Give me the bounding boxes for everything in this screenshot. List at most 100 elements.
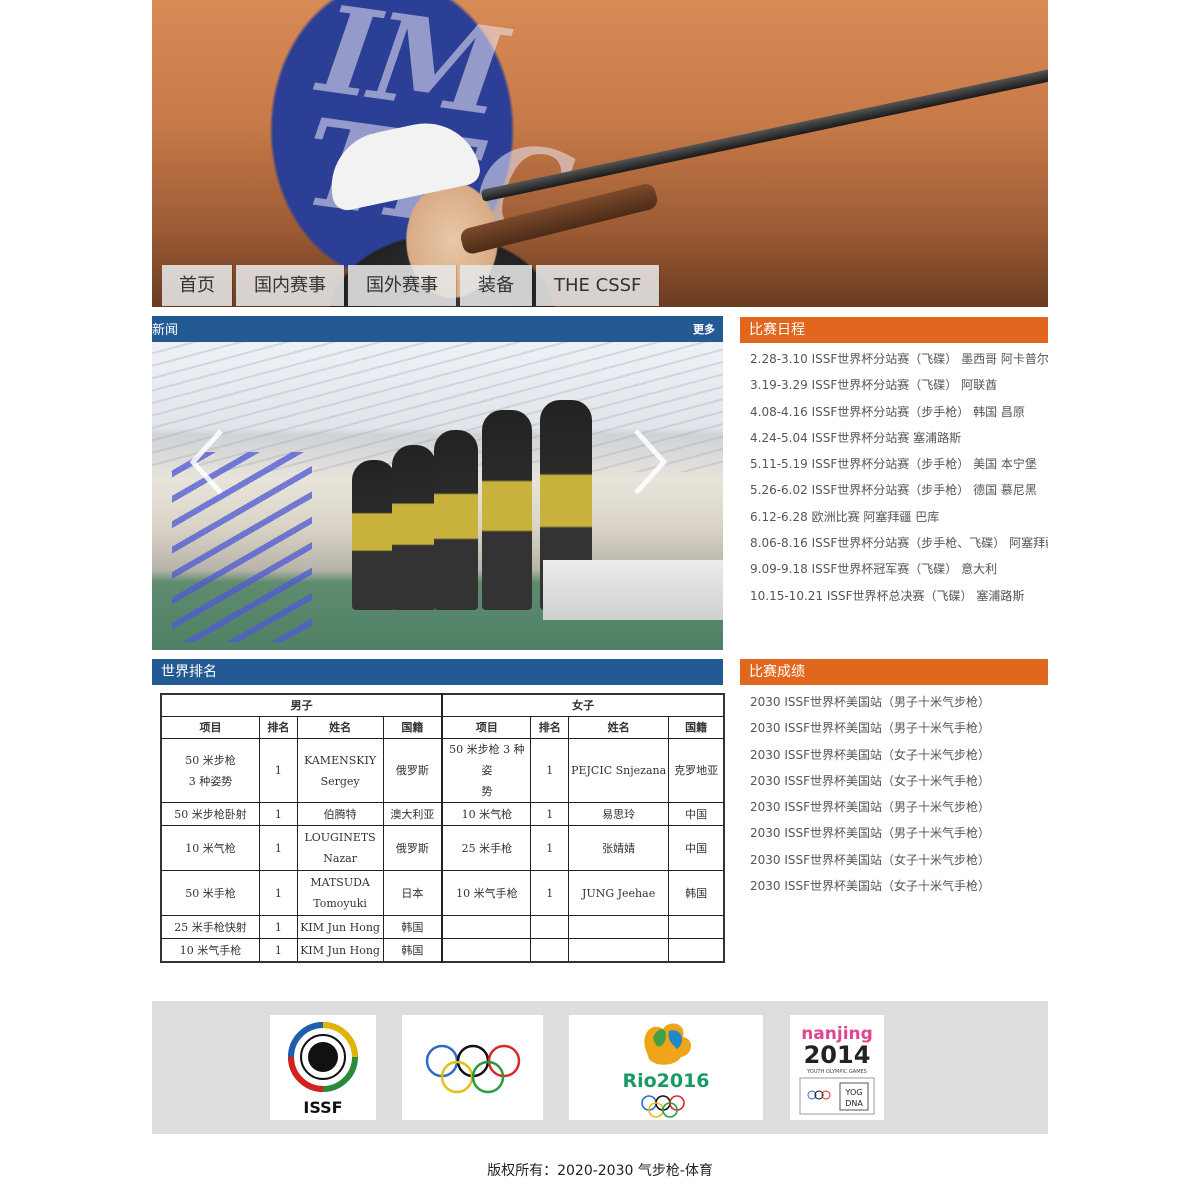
- cell-rank: 1: [259, 825, 298, 871]
- women-group-header: 女子: [441, 693, 725, 717]
- cell-event: 50 米步枪 3 种姿势: [160, 738, 261, 803]
- cell-name: 易思玲: [568, 802, 670, 826]
- slide-next-arrow[interactable]: [630, 427, 670, 497]
- news-header: 新闻 更多: [152, 316, 723, 342]
- slide-shooter: [392, 445, 436, 610]
- result-item[interactable]: 2030 ISSF世界杯美国站（男子十米气步枪）: [740, 689, 1048, 715]
- cell-nationality: [668, 938, 725, 963]
- nav-item-international[interactable]: 国外赛事: [348, 265, 456, 306]
- results-header: 比赛成绩: [740, 659, 1048, 685]
- cell-text: LOUGINETS Nazar: [304, 831, 376, 865]
- cell-event: 50 米步枪卧射: [160, 802, 261, 826]
- chevron-right-icon: [634, 429, 668, 495]
- schedule-list: 2.28-3.10 ISSF世界杯分站赛（飞碟） 墨西哥 阿卡普尔 3.19-3…: [740, 346, 1048, 609]
- cell-event: 25 米手枪: [441, 825, 532, 871]
- schedule-item[interactable]: 9.09-9.18 ISSF世界杯冠军赛（飞碟） 意大利: [740, 556, 1048, 582]
- nanjing2014-logo[interactable]: nanjing 2014 YOUTH OLYMPIC GAMES YOG DNA: [790, 1015, 884, 1120]
- col-header-event: 项目: [441, 716, 532, 739]
- table-row: 50 米步枪卧射 1 伯腾特 澳大利亚 10 米气枪 1 易思玲 中国: [160, 802, 725, 826]
- result-item[interactable]: 2030 ISSF世界杯美国站（男子十米气手枪）: [740, 820, 1048, 846]
- result-item[interactable]: 2030 ISSF世界杯美国站（女子十米气步枪）: [740, 847, 1048, 873]
- results-list: 2030 ISSF世界杯美国站（男子十米气步枪） 2030 ISSF世界杯美国站…: [740, 689, 1048, 899]
- col-header-name: 姓名: [296, 716, 384, 739]
- schedule-header: 比赛日程: [740, 317, 1048, 343]
- cell-nationality: 俄罗斯: [382, 825, 443, 871]
- cell-name: LOUGINETS Nazar: [296, 825, 384, 871]
- nav-item-domestic[interactable]: 国内赛事: [236, 265, 344, 306]
- result-item[interactable]: 2030 ISSF世界杯美国站（男子十米气手枪）: [740, 715, 1048, 741]
- cell-name: KAMENSKIY Sergey: [296, 738, 384, 803]
- cell-rank: 1: [530, 802, 570, 826]
- cell-text: MATSUDA Tomoyuki: [310, 876, 370, 910]
- schedule-item[interactable]: 5.26-6.02 ISSF世界杯分站赛（步手枪） 德国 慕尼黑: [740, 477, 1048, 503]
- rio-logo-text: Rio2016: [622, 1070, 709, 1092]
- table-row: 25 米手枪快射 1 KIM Jun Hong 韩国: [160, 915, 725, 939]
- cell-nationality: 中国: [668, 825, 725, 871]
- schedule-item[interactable]: 2.28-3.10 ISSF世界杯分站赛（飞碟） 墨西哥 阿卡普尔: [740, 346, 1048, 372]
- col-header-rank: 排名: [259, 716, 298, 739]
- schedule-item[interactable]: 8.06-8.16 ISSF世界杯分站赛（步手枪、飞碟） 阿塞拜疆: [740, 530, 1048, 556]
- col-header-event: 项目: [160, 716, 261, 739]
- cell-nationality: 韩国: [668, 870, 725, 916]
- schedule-item[interactable]: 10.15-10.21 ISSF世界杯总决赛（飞碟） 塞浦路斯: [740, 583, 1048, 609]
- rio2016-emblem-icon: Rio2016: [622, 1023, 710, 1118]
- schedule-item[interactable]: 5.11-5.19 ISSF世界杯分站赛（步手枪） 美国 本宁堡: [740, 451, 1048, 477]
- nav-item-home[interactable]: 首页: [162, 265, 232, 306]
- table-row: 50 米步枪 3 种姿势 1 KAMENSKIY Sergey 俄罗斯 50 米…: [160, 738, 725, 803]
- cell-name: KIM Jun Hong: [296, 915, 384, 939]
- cell-nationality: [668, 915, 725, 939]
- schedule-item[interactable]: 4.24-5.04 ISSF世界杯分站赛 塞浦路斯: [740, 425, 1048, 451]
- ranking-table: 男子 女子 项目 排名 姓名 国籍 项目 排名 姓名 国籍 50 米步枪 3 种…: [160, 693, 725, 963]
- slide-shooter: [352, 460, 396, 610]
- cell-name: 张婧婧: [568, 825, 670, 871]
- table-row: 10 米气手枪 1 KIM Jun Hong 韩国: [160, 938, 725, 963]
- col-header-name: 姓名: [568, 716, 670, 739]
- cell-rank: 1: [259, 802, 298, 826]
- slide-prev-arrow[interactable]: [187, 427, 227, 497]
- cell-text: KAMENSKIY Sergey: [304, 753, 377, 788]
- header-banner-image: IMTEC: [152, 0, 1048, 307]
- rio2016-logo[interactable]: Rio2016: [569, 1015, 763, 1120]
- issf-target-icon: ISSF: [288, 1022, 358, 1117]
- news-more-link[interactable]: 更多: [693, 321, 715, 337]
- schedule-item[interactable]: 3.19-3.29 ISSF世界杯分站赛（飞碟） 阿联酋: [740, 372, 1048, 398]
- cell-nationality: 日本: [382, 870, 443, 916]
- schedule-item[interactable]: 4.08-4.16 ISSF世界杯分站赛（步手枪） 韩国 昌原: [740, 399, 1048, 425]
- col-header-rank: 排名: [530, 716, 570, 739]
- olympic-rings-icon: [425, 1044, 521, 1094]
- cell-rank: 1: [259, 738, 298, 803]
- cell-rank: 1: [530, 870, 570, 916]
- cell-event: 10 米气枪: [160, 825, 261, 871]
- cell-rank: 1: [259, 915, 298, 939]
- nav-item-cssf[interactable]: THE CSSF: [536, 265, 660, 306]
- olympic-rings-logo[interactable]: [402, 1015, 543, 1120]
- nanjing-logo-tag1: YOG: [845, 1088, 863, 1097]
- footer-copyright: 版权所有：2020-2030 气步枪-体育: [487, 1163, 713, 1179]
- cell-name: MATSUDA Tomoyuki: [296, 870, 384, 916]
- cell-event: 10 米气手枪: [441, 870, 532, 916]
- cell-nationality: 澳大利亚: [382, 802, 443, 826]
- cell-rank: 1: [530, 825, 570, 871]
- result-item[interactable]: 2030 ISSF世界杯美国站（女子十米气手枪）: [740, 768, 1048, 794]
- schedule-item[interactable]: 6.12-6.28 欧洲比赛 阿塞拜疆 巴库: [740, 504, 1048, 530]
- cell-event: 10 米气枪: [441, 802, 532, 826]
- result-item[interactable]: 2030 ISSF世界杯美国站（女子十米气步枪）: [740, 742, 1048, 768]
- issf-logo[interactable]: ISSF: [270, 1015, 376, 1120]
- cell-text: 50 米步枪 3 种姿势: [185, 753, 236, 788]
- news-slideshow: [152, 342, 723, 650]
- nanjing-logo-tag2: DNA: [845, 1099, 863, 1108]
- ranking-header: 世界排名: [152, 659, 723, 685]
- cell-event: 25 米手枪快射: [160, 915, 261, 939]
- cell-rank: 1: [259, 938, 298, 963]
- cell-rank: [530, 915, 570, 939]
- result-item[interactable]: 2030 ISSF世界杯美国站（男子十米气步枪）: [740, 794, 1048, 820]
- cell-nationality: 克罗地亚: [668, 738, 725, 803]
- cell-rank: 1: [530, 738, 570, 803]
- col-header-nationality: 国籍: [382, 716, 443, 739]
- nav-item-equipment[interactable]: 装备: [460, 265, 532, 306]
- result-item[interactable]: 2030 ISSF世界杯美国站（女子十米气手枪）: [740, 873, 1048, 899]
- cell-name: JUNG Jeehae: [568, 870, 670, 916]
- partner-logos: ISSF Rio2016 nanjing 2014 YOUTH OLYMPIC …: [152, 1001, 1048, 1134]
- table-row: 10 米气枪 1 LOUGINETS Nazar 俄罗斯 25 米手枪 1 张婧…: [160, 825, 725, 871]
- cell-name: KIM Jun Hong: [296, 938, 384, 963]
